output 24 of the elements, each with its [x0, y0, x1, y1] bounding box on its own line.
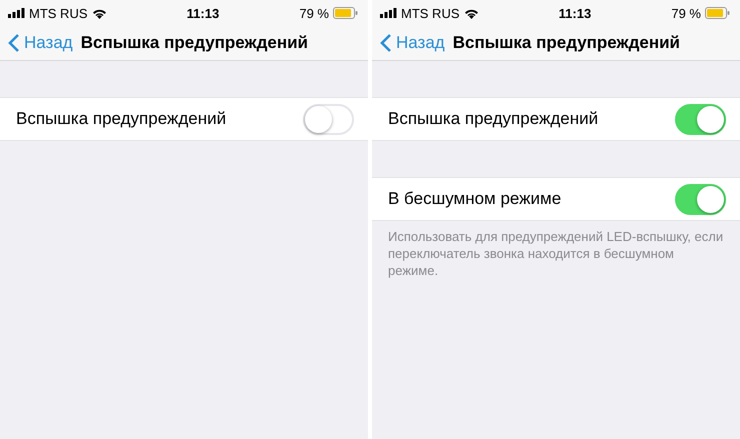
chevron-icon	[8, 33, 20, 53]
signal-icon	[8, 8, 25, 18]
back-button[interactable]: Назад	[8, 33, 73, 53]
row-label: Вспышка предупреждений	[16, 109, 226, 129]
wifi-icon	[464, 8, 478, 18]
back-button[interactable]: Назад	[380, 33, 445, 53]
battery-icon	[705, 7, 730, 19]
screen-title: Вспышка предупреждений	[452, 33, 680, 53]
signal-icon	[380, 8, 397, 18]
toggle-switch[interactable]	[675, 104, 726, 134]
carrier-name: MTS RUS	[401, 6, 460, 20]
carrier-name: MTS RUS	[29, 6, 88, 20]
screen-title: Вспышка предупреждений	[80, 33, 308, 53]
row-label: В бесшумном режиме	[388, 189, 562, 209]
status-time: 11:13	[558, 6, 592, 20]
toggle-switch[interactable]	[675, 184, 726, 214]
battery-percent: 79 %	[671, 6, 701, 20]
chevron-icon	[380, 33, 392, 53]
battery-percent: 79 %	[299, 6, 329, 20]
battery-icon	[333, 7, 358, 19]
footer-note: Использовать для предупреждений LED-вспышку, если переключатель звонка находится в бесшумном режиме.	[387, 228, 724, 280]
row-label: Вспышка предупреждений	[388, 109, 598, 129]
status-time: 11:13	[186, 6, 220, 20]
wifi-icon	[92, 8, 106, 18]
